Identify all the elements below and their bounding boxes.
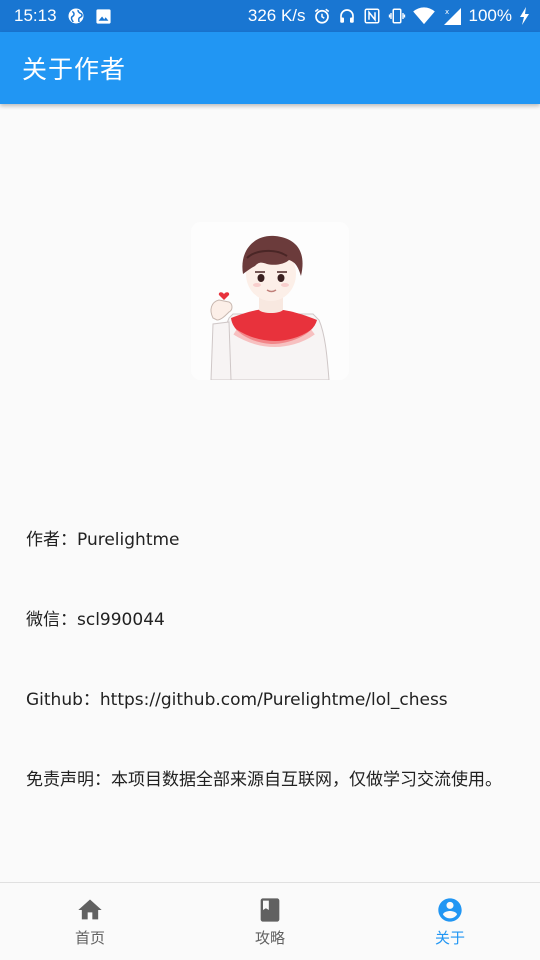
app-bar: 关于作者 — [0, 32, 540, 104]
nav-item-guide[interactable]: 攻略 — [180, 883, 360, 960]
disclaimer-label: 免责声明： — [26, 770, 111, 790]
status-bar: 15:13 326 K/s x 100% — [0, 0, 540, 32]
account-circle-icon — [436, 896, 464, 924]
network-speed: 326 K/s — [247, 6, 306, 25]
nav-label-home: 首页 — [74, 929, 105, 947]
author-label: 作者： — [26, 530, 77, 550]
author-name: Purelightme — [77, 530, 180, 550]
alarm-icon — [313, 7, 331, 25]
vibrate-icon — [388, 7, 406, 25]
headset-icon — [338, 7, 356, 25]
charging-icon — [519, 7, 530, 25]
wifi-icon — [412, 7, 435, 25]
github-label: Github： — [26, 690, 100, 710]
github-url[interactable]: https://github.com/Purelightme/lol_chess — [100, 690, 448, 710]
nav-item-home[interactable]: 首页 — [0, 883, 180, 960]
nfc-icon — [363, 7, 381, 25]
github-info: Github：https://github.com/Purelightme/lo… — [26, 686, 516, 714]
author-info: 作者：Purelightme — [26, 526, 516, 554]
wechat-info: 微信：scl990044 — [26, 606, 516, 634]
status-time: 15:13 — [14, 6, 57, 25]
nav-item-about[interactable]: 关于 — [360, 883, 540, 960]
nav-label-about: 关于 — [434, 929, 465, 947]
image-icon — [95, 8, 112, 25]
author-avatar-illustration — [191, 222, 349, 380]
nav-label-guide: 攻略 — [254, 929, 285, 947]
signal-icon: x — [442, 7, 462, 25]
svg-text:x: x — [445, 8, 449, 16]
bottom-navigation: 首页 攻略 关于 — [0, 882, 540, 960]
book-icon — [256, 896, 284, 924]
wechat-id: scl990044 — [77, 610, 165, 630]
disclaimer-info: 免责声明：本项目数据全部来源自互联网，仅做学习交流使用。 — [26, 766, 516, 794]
globe-icon — [67, 7, 85, 25]
disclaimer-text: 本项目数据全部来源自互联网，仅做学习交流使用。 — [111, 770, 502, 790]
home-icon — [76, 896, 104, 924]
page-title: 关于作者 — [22, 55, 127, 84]
author-avatar — [191, 222, 349, 380]
battery-level: 100% — [468, 6, 512, 25]
wechat-label: 微信： — [26, 610, 77, 630]
